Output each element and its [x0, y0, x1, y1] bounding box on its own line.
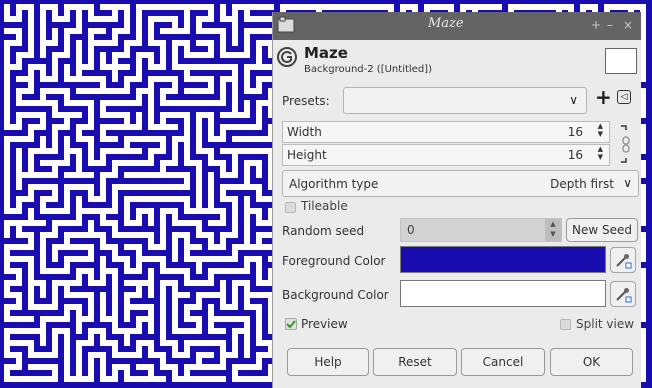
tileable-label: Tileable — [301, 199, 348, 213]
window-titlebar[interactable]: Maze + – × — [273, 12, 641, 40]
background-color-swatch[interactable] — [400, 280, 606, 307]
presets-combo[interactable]: ∨ — [343, 87, 587, 114]
height-label: Height — [287, 148, 327, 162]
window-minimize-button[interactable]: – — [607, 18, 613, 32]
eyedropper-icon — [616, 254, 632, 269]
gimp-icon — [277, 47, 297, 67]
height-spinbox[interactable]: Height 16 ▲ ▼ — [282, 144, 610, 166]
add-preset-icon[interactable]: + — [595, 85, 612, 109]
reset-button[interactable]: Reset — [373, 348, 457, 376]
checkmark-icon — [286, 320, 296, 329]
random-seed-stepper[interactable]: ▲ ▼ — [545, 219, 561, 241]
width-spinbox[interactable]: Width 16 ▲ ▼ — [282, 121, 610, 143]
preview-thumbnail — [605, 48, 637, 74]
random-seed-input[interactable]: 0 ▲ ▼ — [400, 218, 562, 242]
maze-dialog: Maze + – × Maze Background-2 ([Untitled]… — [273, 12, 641, 388]
algorithm-combo[interactable]: Algorithm type Depth first ∨ — [282, 170, 639, 197]
split-view-checkbox[interactable] — [560, 319, 571, 330]
preset-menu-icon[interactable]: ◁ — [617, 90, 631, 104]
ok-button[interactable]: OK — [550, 348, 633, 376]
cancel-button[interactable]: Cancel — [461, 348, 545, 376]
preview-label: Preview — [301, 317, 348, 331]
chevron-down-icon: ∨ — [569, 93, 578, 107]
foreground-color-label: Foreground Color — [282, 254, 386, 268]
image-subtitle: Background-2 ([Untitled]) — [304, 64, 432, 75]
window-title: Maze — [428, 16, 464, 31]
new-seed-button[interactable]: New Seed — [566, 218, 638, 242]
eyedropper-icon — [616, 288, 632, 303]
chevron-down-icon: ∨ — [623, 176, 632, 190]
dialog-header: Maze Background-2 ([Untitled]) — [273, 40, 641, 84]
background-color-label: Background Color — [282, 288, 389, 302]
algorithm-value: Depth first — [550, 177, 614, 191]
chain-link-icon[interactable] — [618, 124, 634, 164]
app-menu-icon[interactable] — [277, 16, 295, 34]
help-button[interactable]: Help — [287, 348, 369, 376]
tileable-checkbox[interactable] — [285, 202, 296, 213]
height-value: 16 — [567, 148, 583, 162]
height-stepper[interactable]: ▲ ▼ — [598, 145, 603, 161]
random-seed-value: 0 — [407, 223, 415, 237]
foreground-color-swatch[interactable] — [400, 246, 606, 273]
preview-checkbox[interactable] — [285, 318, 297, 330]
width-stepper[interactable]: ▲ ▼ — [598, 122, 603, 138]
random-seed-label: Random seed — [282, 224, 365, 238]
presets-label: Presets: — [282, 94, 330, 108]
width-label: Width — [287, 125, 322, 139]
window-maximize-button[interactable]: + — [591, 18, 601, 32]
background-eyedropper-button[interactable] — [610, 281, 636, 307]
width-value: 16 — [567, 125, 583, 139]
window-close-button[interactable]: × — [623, 18, 633, 32]
algorithm-label: Algorithm type — [289, 177, 379, 191]
split-view-label: Split view — [576, 317, 635, 331]
plugin-name: Maze — [304, 44, 348, 62]
foreground-eyedropper-button[interactable] — [610, 247, 636, 273]
